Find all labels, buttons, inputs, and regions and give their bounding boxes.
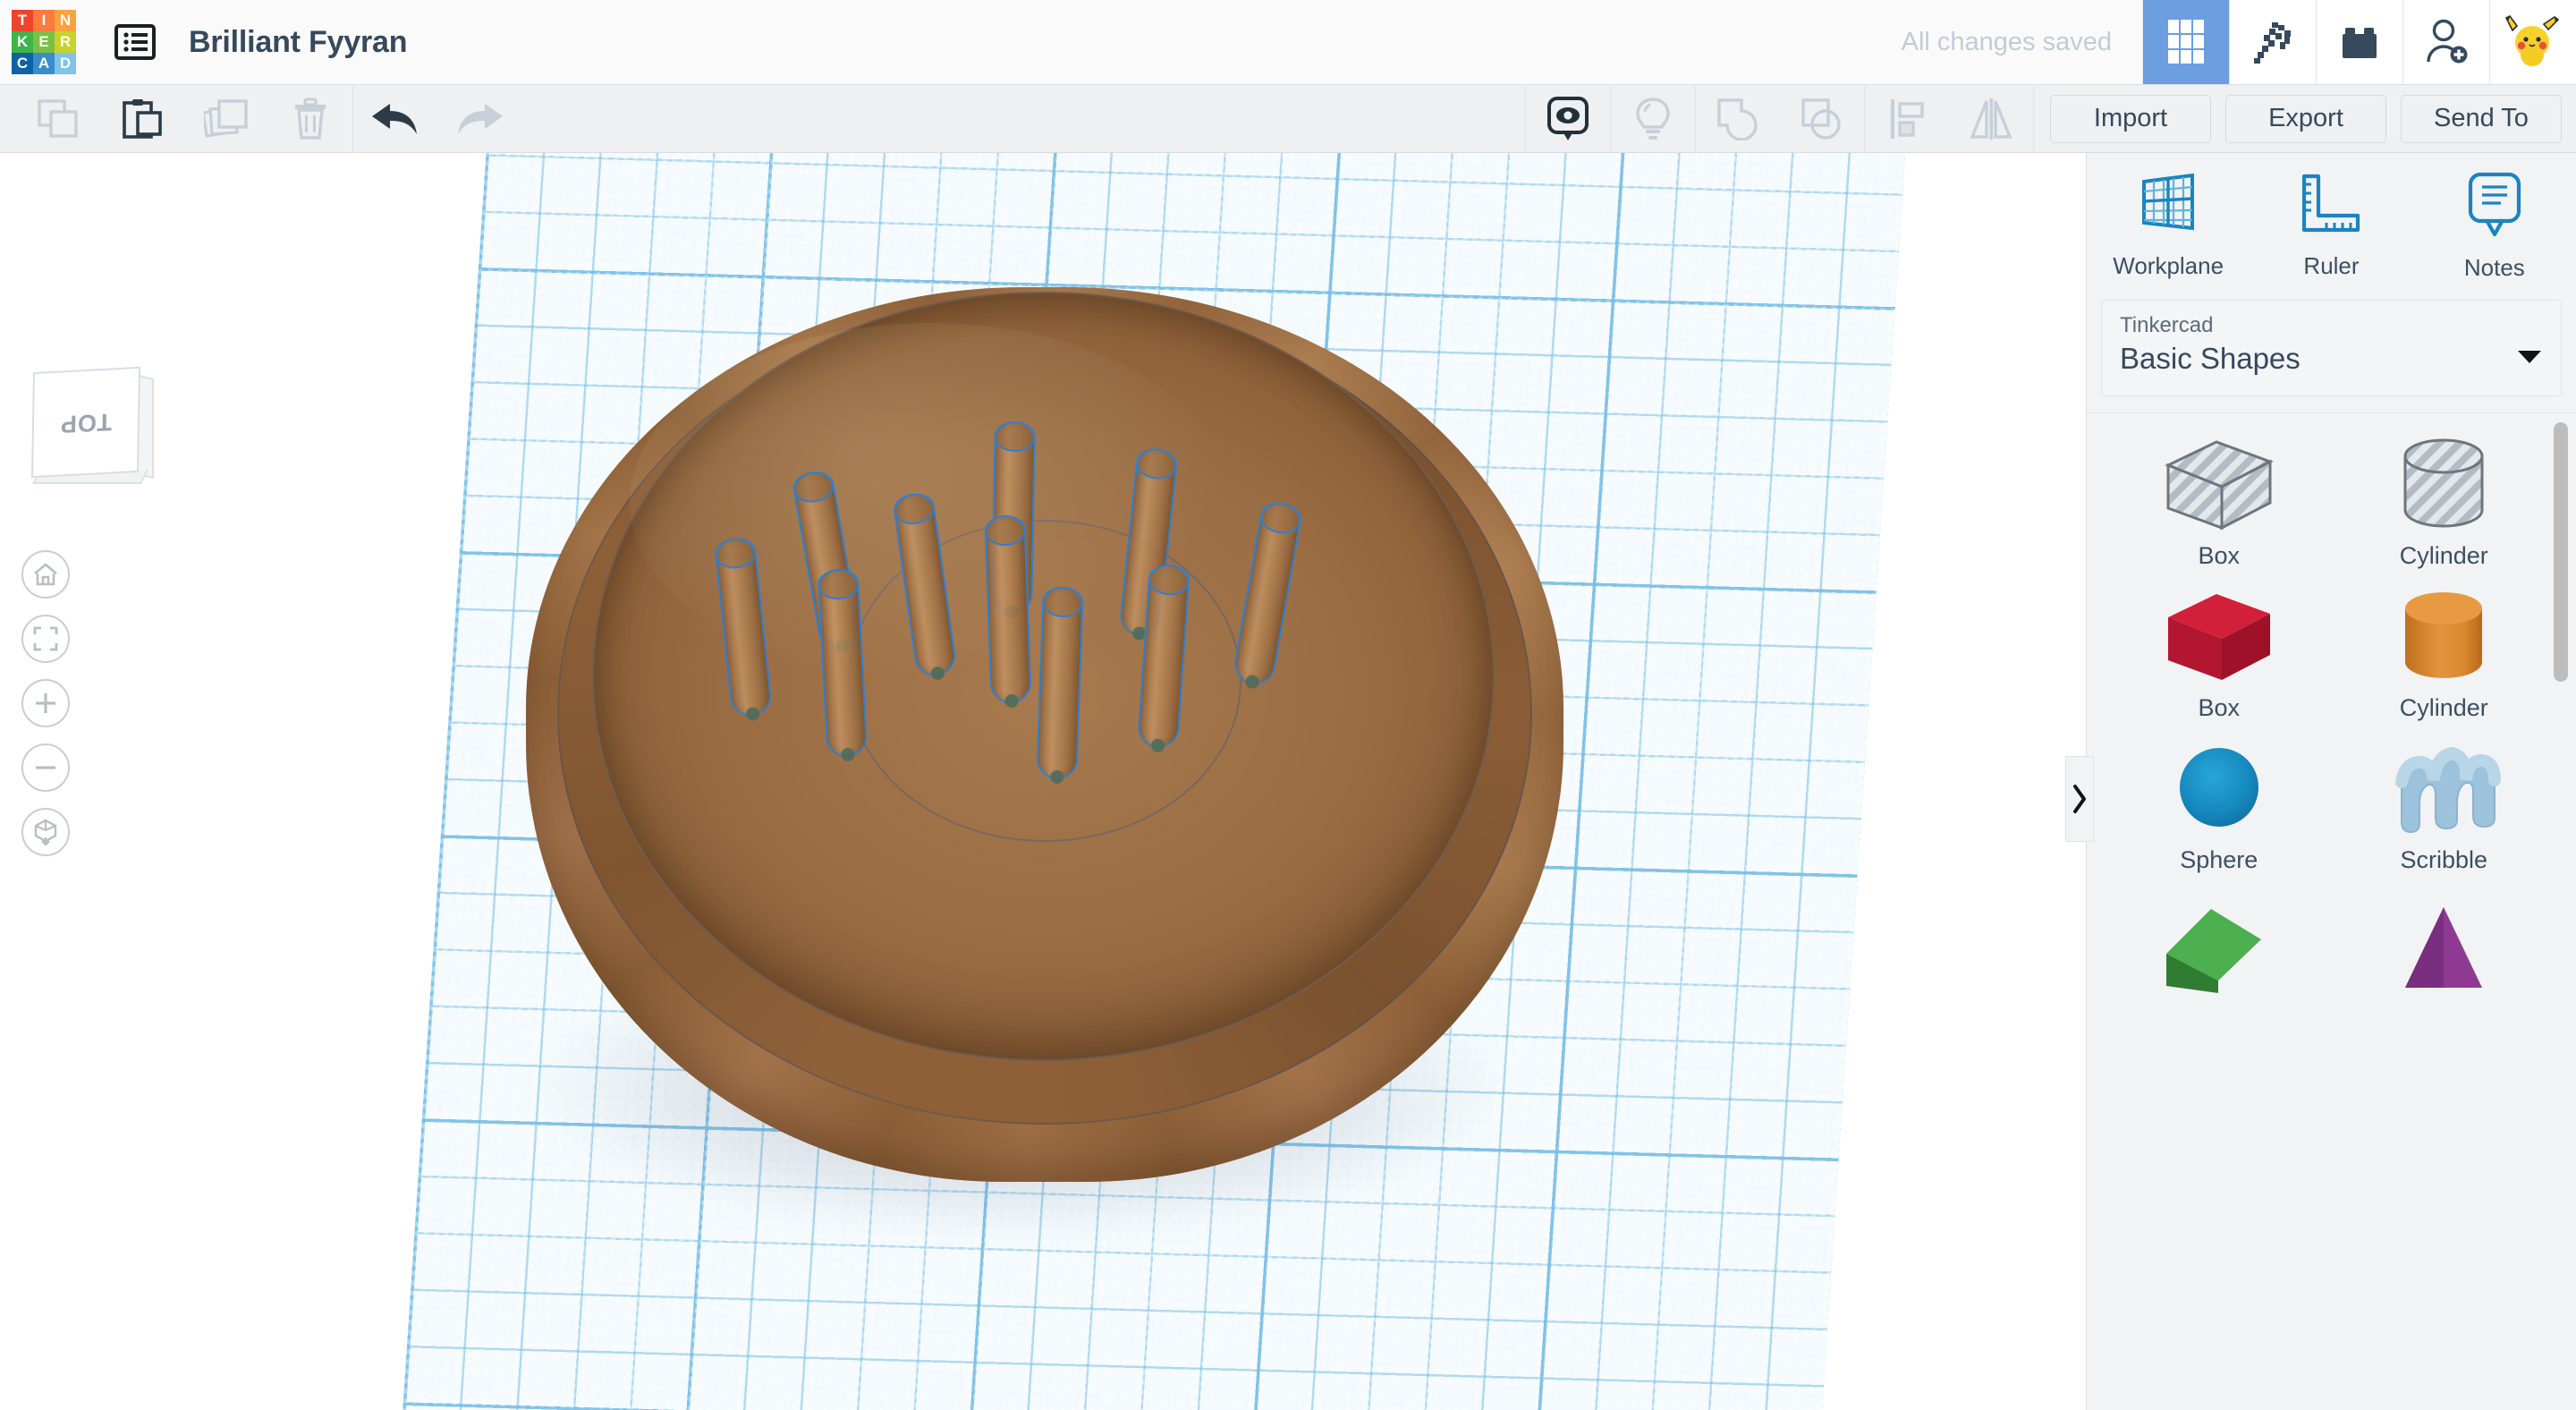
shape-item-cone[interactable] — [2332, 882, 2557, 1031]
peg-hole[interactable] — [985, 514, 1033, 703]
send-to-button[interactable]: Send To — [2401, 95, 2562, 143]
logo-tile-a: A — [33, 53, 55, 74]
pikachu-avatar[interactable] — [2489, 0, 2576, 84]
peg-cap — [985, 514, 1028, 547]
shape-label: Cylinder — [2400, 542, 2488, 570]
notes-tool[interactable]: Notes — [2413, 169, 2576, 282]
view-cube-side-face[interactable] — [138, 375, 154, 479]
category-name-label: Basic Shapes — [2120, 342, 2543, 376]
view-cube-top-face[interactable]: TOP — [31, 367, 140, 478]
zoom-in-button[interactable] — [21, 679, 70, 727]
align-icon[interactable] — [1865, 85, 1949, 153]
peg-cap — [994, 421, 1036, 453]
ruler-tool[interactable]: Ruler — [2250, 169, 2412, 280]
redo-button[interactable] — [437, 85, 521, 153]
shape-item-roof[interactable] — [2106, 882, 2332, 1031]
design-title[interactable]: Brilliant Fyyran — [189, 25, 407, 60]
box-solid-icon — [2152, 583, 2286, 689]
import-button[interactable]: Import — [2050, 95, 2211, 143]
logo-tile-c: C — [12, 53, 33, 74]
blocks-grid-icon[interactable] — [2142, 0, 2229, 84]
viewport-nav-controls — [21, 550, 70, 856]
shape-item-box-hole[interactable]: Box — [2106, 426, 2332, 574]
shape-item-cylinder-hole[interactable]: Cylinder — [2332, 426, 2557, 574]
bowl-model[interactable] — [526, 287, 1563, 1182]
logo-tile-i: I — [33, 10, 55, 31]
workplane-tool[interactable]: Workplane — [2087, 169, 2250, 280]
shape-label: Cylinder — [2400, 694, 2488, 722]
note-bubble-icon — [2463, 169, 2526, 243]
view-cube[interactable]: TOP — [25, 364, 157, 498]
logo-tile-n: N — [55, 10, 76, 31]
list-menu-icon[interactable] — [110, 19, 160, 65]
shapes-side-panel: Workplane Ruler — [2086, 153, 2576, 1410]
chevron-down-icon — [2518, 351, 2541, 363]
collapse-panel-button[interactable] — [2065, 756, 2094, 842]
notes-tool-label: Notes — [2464, 254, 2525, 282]
shape-label: Box — [2198, 542, 2240, 570]
header-right-cluster: All changes saved — [1871, 0, 2576, 85]
panel-tool-row: Workplane Ruler — [2087, 153, 2576, 296]
delete-button[interactable] — [268, 85, 352, 153]
show-hide-icon[interactable] — [1526, 85, 1610, 153]
save-status-text: All changes saved — [1871, 0, 2142, 85]
cylinder-solid-icon — [2385, 583, 2502, 689]
view-cube-label: TOP — [60, 407, 113, 437]
shape-category-select[interactable]: Tinkercad Basic Shapes — [2101, 300, 2562, 396]
peg-hole[interactable] — [1036, 586, 1084, 779]
shape-label: Box — [2198, 694, 2240, 722]
peg-cap — [817, 568, 860, 600]
roof-solid-icon — [2152, 888, 2286, 993]
shape-label: Scribble — [2400, 846, 2487, 874]
cone-solid-icon — [2385, 888, 2502, 993]
mirror-icon[interactable] — [1949, 85, 2033, 153]
home-view-button[interactable] — [21, 550, 70, 599]
toolbar-divider-6 — [2033, 85, 2034, 153]
paste-button[interactable] — [100, 85, 184, 153]
ortho-perspective-toggle[interactable] — [21, 808, 70, 856]
logo-tile-r: R — [55, 31, 76, 53]
shape-library-grid: Box — [2087, 413, 2576, 1031]
shape-item-sphere[interactable]: Sphere — [2106, 730, 2332, 879]
ruler-tool-label: Ruler — [2303, 252, 2359, 280]
shape-item-scribble[interactable]: Scribble — [2332, 730, 2557, 879]
light-bulb-icon[interactable] — [1611, 85, 1695, 153]
copy-button[interactable] — [16, 85, 100, 153]
export-button[interactable]: Export — [2225, 95, 2386, 143]
category-vendor-label: Tinkercad — [2120, 313, 2543, 338]
minecraft-pickaxe-icon[interactable] — [2229, 0, 2316, 84]
shape-panel-scrollbar[interactable] — [2554, 422, 2568, 682]
sphere-solid-icon — [2165, 735, 2273, 841]
zoom-out-button[interactable] — [21, 743, 70, 792]
fit-to-view-button[interactable] — [21, 615, 70, 663]
logo-tile-e: E — [33, 31, 55, 53]
add-person-icon[interactable] — [2402, 0, 2489, 84]
shape-item-box-solid[interactable]: Box — [2106, 578, 2332, 726]
tinkercad-app: T I N K E R C A D Brilliant Fyyran All c… — [0, 0, 2576, 1410]
top-header-bar: T I N K E R C A D Brilliant Fyyran All c… — [0, 0, 2576, 85]
shape-library-scroll[interactable]: Box — [2087, 412, 2576, 1410]
shape-item-cylinder-solid[interactable]: Cylinder — [2332, 578, 2557, 726]
shape-label: Sphere — [2180, 846, 2258, 874]
workplane-grid-icon — [2139, 169, 2198, 242]
tinkercad-logo[interactable]: T I N K E R C A D — [12, 10, 76, 74]
logo-tile-t: T — [12, 10, 33, 31]
box-hole-icon — [2152, 431, 2286, 537]
lego-brick-icon[interactable] — [2316, 0, 2402, 84]
scribble-solid-icon — [2385, 735, 2502, 841]
chevron-right-icon — [2072, 784, 2088, 814]
workplane-tool-label: Workplane — [2113, 252, 2224, 280]
duplicate-button[interactable] — [184, 85, 268, 153]
ruler-icon — [2297, 169, 2365, 242]
logo-tile-d: D — [55, 53, 76, 74]
3d-viewport[interactable]: TOP — [0, 153, 2086, 1410]
group-icon[interactable] — [1696, 85, 1780, 153]
cylinder-hole-icon — [2385, 431, 2502, 537]
ungroup-icon[interactable] — [1780, 85, 1864, 153]
logo-tile-k: K — [12, 31, 33, 53]
edit-toolbar: Import Export Send To — [0, 85, 2576, 153]
undo-button[interactable] — [353, 85, 437, 153]
